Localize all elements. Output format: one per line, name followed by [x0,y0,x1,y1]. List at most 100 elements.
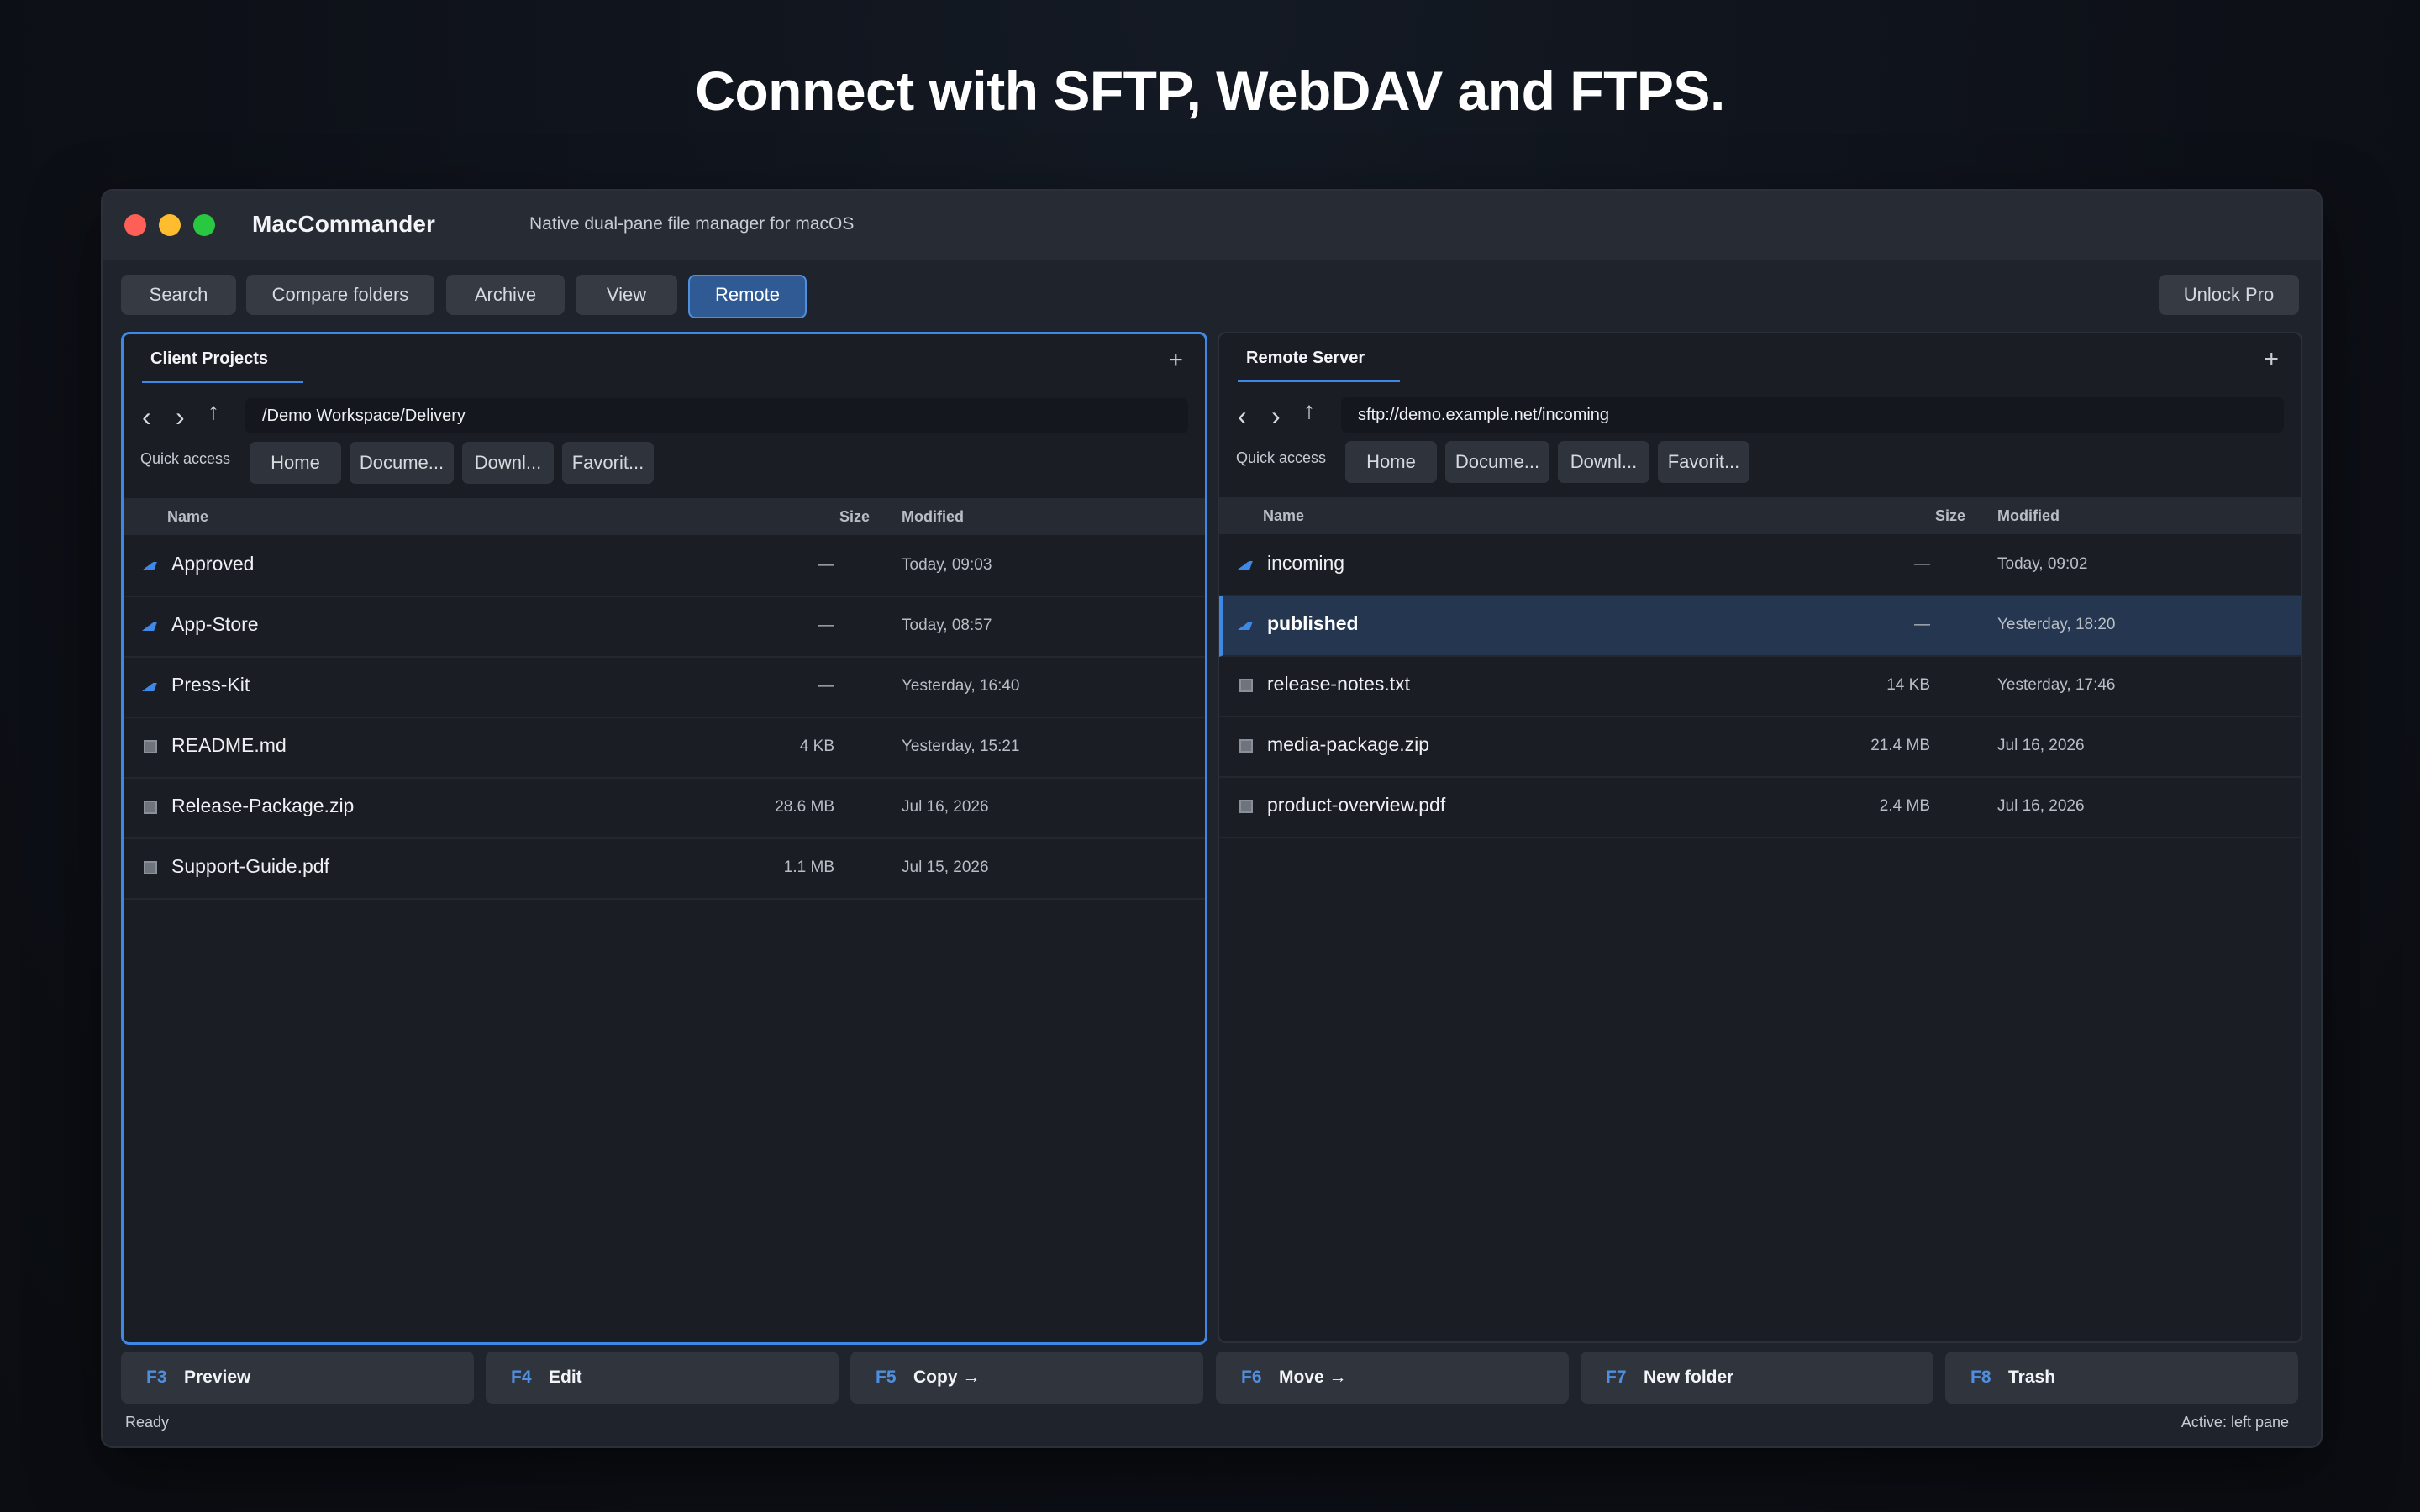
quick-access-documents[interactable]: Docume... [350,442,454,484]
pane-tab[interactable]: Client Projects [142,349,304,383]
file-row[interactable]: Support-Guide.pdf 1.1 MB Jul 15, 2026 [124,838,1205,900]
forward-icon[interactable]: › [1271,401,1281,432]
quick-access-label: Quick access [140,450,231,467]
quick-access-downloads[interactable]: Downl... [1558,441,1649,483]
quick-access-home[interactable]: Home [1345,441,1437,483]
file-size: 1.1 MB [783,858,834,876]
folder-icon [1238,561,1253,570]
file-name: product-overview.pdf [1267,794,1446,816]
minimize-window-button[interactable] [159,214,181,236]
fkey-label: F4 [511,1368,532,1387]
parent-folder-icon[interactable]: ↑ [208,398,219,425]
status-text: Ready [125,1414,170,1431]
folder-icon [142,683,157,691]
file-size: 21.4 MB [1870,737,1930,754]
file-row[interactable]: media-package.zip 21.4 MB Jul 16, 2026 [1219,717,2301,778]
fkey-action: New folder [1644,1368,1734,1387]
file-modified: Today, 08:57 [902,617,992,634]
file-row[interactable]: README.md 4 KB Yesterday, 15:21 [124,717,1205,779]
file-size: 28.6 MB [775,798,834,816]
file-row[interactable]: Release-Package.zip 28.6 MB Jul 16, 2026 [124,778,1205,839]
fkey-action: Preview [184,1368,251,1387]
file-icon [144,861,157,874]
file-row[interactable]: release-notes.txt 14 KB Yesterday, 17:46 [1219,656,2301,717]
file-name: App-Store [171,613,259,635]
f5-copy-button[interactable]: F5 Copy → [850,1352,1203,1404]
file-name: Press-Kit [171,674,250,696]
toolbar-archive-button[interactable]: Archive [446,275,565,315]
column-name-header[interactable]: Name [1263,497,1304,534]
file-modified: Jul 16, 2026 [902,798,989,816]
forward-icon[interactable]: › [176,402,185,433]
file-modified: Jul 15, 2026 [902,858,989,876]
quick-access-favorites[interactable]: Favorit... [1658,441,1749,483]
toolbar-remote-button[interactable]: Remote [688,275,807,318]
file-row-selected[interactable]: published — Yesterday, 18:20 [1219,596,2301,657]
file-icon [1239,739,1253,753]
file-row[interactable]: Press-Kit — Yesterday, 16:40 [124,657,1205,718]
f8-trash-button[interactable]: F8 Trash [1945,1352,2298,1404]
add-tab-button[interactable]: + [2264,345,2279,374]
back-icon[interactable]: ‹ [142,402,151,433]
file-name: release-notes.txt [1267,673,1411,695]
file-modified: Today, 09:03 [902,556,992,574]
file-size: 14 KB [1886,676,1930,694]
quick-access-home[interactable]: Home [250,442,341,484]
file-row[interactable]: product-overview.pdf 2.4 MB Jul 16, 2026 [1219,777,2301,838]
add-tab-button[interactable]: + [1168,346,1183,375]
fkey-label: F6 [1241,1368,1262,1387]
fkey-action: Move → [1279,1368,1347,1387]
f6-move-button[interactable]: F6 Move → [1216,1352,1569,1404]
file-size: — [1914,616,1930,633]
file-row[interactable]: incoming — Today, 09:02 [1219,535,2301,596]
app-window: MacCommander Native dual-pane file manag… [101,189,2323,1448]
folder-icon [142,622,157,631]
path-field[interactable]: sftp://demo.example.net/incoming [1341,397,2284,433]
title-bar: MacCommander Native dual-pane file manag… [103,191,2321,260]
file-size: — [818,556,834,574]
active-pane-status: Active: left pane [2181,1414,2289,1431]
toolbar-view-button[interactable]: View [576,275,677,315]
quick-access-downloads[interactable]: Downl... [462,442,554,484]
column-size-header[interactable]: Size [1935,497,1965,534]
column-header: Name Size Modified [1219,497,2301,534]
pane-tab[interactable]: Remote Server [1238,349,1401,382]
parent-folder-icon[interactable]: ↑ [1303,397,1315,424]
left-pane[interactable]: Client Projects + ‹ › ↑ /Demo Workspace/… [121,332,1207,1345]
f3-preview-button[interactable]: F3 Preview [121,1352,474,1404]
f4-edit-button[interactable]: F4 Edit [486,1352,839,1404]
app-subtitle: Native dual-pane file manager for macOS [529,214,855,234]
file-row[interactable]: Approved — Today, 09:03 [124,536,1205,597]
f7-new-folder-button[interactable]: F7 New folder [1581,1352,1933,1404]
right-pane[interactable]: Remote Server + ‹ › ↑ sftp://demo.exampl… [1218,332,2302,1343]
fkey-action: Copy → [913,1368,981,1387]
column-size-header[interactable]: Size [839,498,870,535]
file-icon [1239,679,1253,692]
folder-icon [1238,622,1253,630]
file-name: Approved [171,553,255,575]
file-modified: Today, 09:02 [1997,555,2088,573]
fkey-label: F8 [1970,1368,1991,1387]
column-modified-header[interactable]: Modified [902,498,964,535]
back-icon[interactable]: ‹ [1238,401,1247,432]
file-size: 2.4 MB [1879,797,1930,815]
unlock-pro-button[interactable]: Unlock Pro [2159,275,2299,315]
zoom-window-button[interactable] [193,214,215,236]
file-name: Release-Package.zip [171,795,355,816]
file-name: Support-Guide.pdf [171,855,329,877]
column-name-header[interactable]: Name [167,498,208,535]
quick-access-documents[interactable]: Docume... [1445,441,1549,483]
toolbar-search-button[interactable]: Search [121,275,236,315]
file-modified: Yesterday, 15:21 [902,738,1020,755]
toolbar-compare-folders-button[interactable]: Compare folders [246,275,434,315]
file-name: incoming [1267,552,1345,574]
file-modified: Yesterday, 17:46 [1997,676,2116,694]
file-modified: Jul 16, 2026 [1997,797,2085,815]
file-icon [1239,800,1253,813]
close-window-button[interactable] [124,214,146,236]
file-row[interactable]: App-Store — Today, 08:57 [124,596,1205,658]
file-modified: Yesterday, 18:20 [1997,616,2116,633]
quick-access-favorites[interactable]: Favorit... [562,442,654,484]
column-modified-header[interactable]: Modified [1997,497,2060,534]
path-field[interactable]: /Demo Workspace/Delivery [245,398,1188,433]
